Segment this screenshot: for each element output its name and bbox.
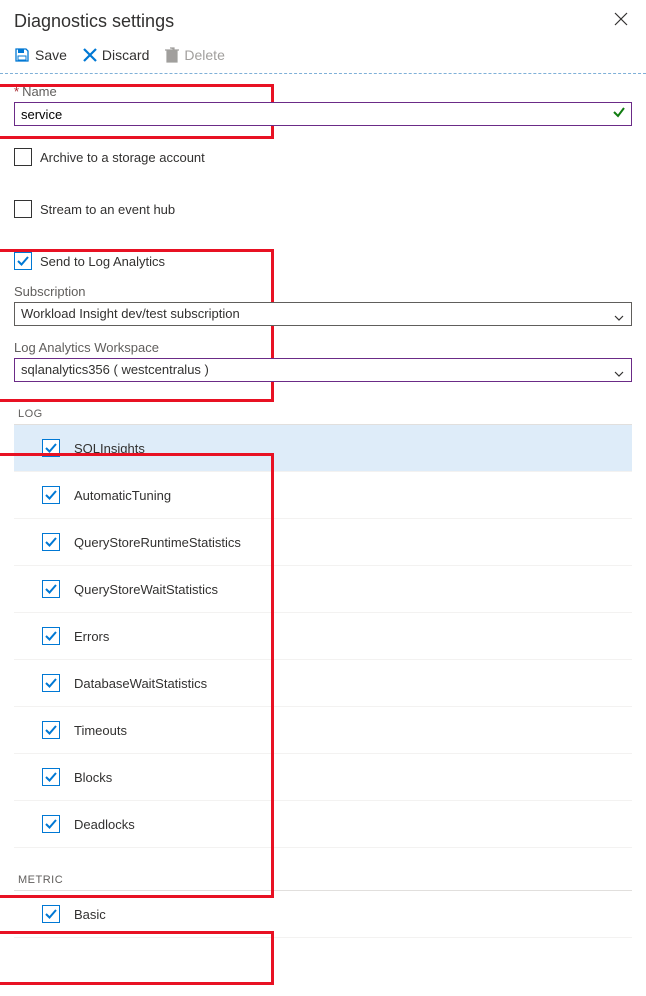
list-item: Deadlocks <box>14 801 632 848</box>
list-item: QueryStoreWaitStatistics <box>14 566 632 613</box>
list-item: SQLInsights <box>14 425 632 472</box>
required-star: * <box>14 84 19 99</box>
checkbox[interactable] <box>42 768 60 786</box>
subscription-label: Subscription <box>14 284 632 299</box>
valid-check-icon <box>612 105 626 122</box>
list-item: Errors <box>14 613 632 660</box>
list-item: DatabaseWaitStatistics <box>14 660 632 707</box>
send-log-analytics-checkbox[interactable] <box>14 252 32 270</box>
list-item-label: Deadlocks <box>74 817 135 832</box>
save-button[interactable]: Save <box>14 47 67 63</box>
metric-group-header: METRIC <box>14 874 632 891</box>
checkbox[interactable] <box>42 627 60 645</box>
close-button[interactable] <box>610 8 632 35</box>
discard-label: Discard <box>102 47 149 63</box>
checkbox[interactable] <box>42 674 60 692</box>
name-label: *Name <box>14 84 632 99</box>
checkbox[interactable] <box>42 721 60 739</box>
save-label: Save <box>35 47 67 63</box>
list-item-label: AutomaticTuning <box>74 488 171 503</box>
list-item-label: Errors <box>74 629 109 644</box>
checkbox[interactable] <box>42 439 60 457</box>
list-item: AutomaticTuning <box>14 472 632 519</box>
stream-label: Stream to an event hub <box>40 202 175 217</box>
list-item-label: Timeouts <box>74 723 127 738</box>
discard-button[interactable]: Discard <box>83 47 149 63</box>
stream-checkbox[interactable] <box>14 200 32 218</box>
save-icon <box>14 47 30 63</box>
list-item-label: Blocks <box>74 770 112 785</box>
send-log-analytics-label: Send to Log Analytics <box>40 254 165 269</box>
list-item-label: Basic <box>74 907 106 922</box>
subscription-select[interactable]: Workload Insight dev/test subscription <box>14 302 632 326</box>
checkbox[interactable] <box>42 580 60 598</box>
log-group-header: LOG <box>14 408 632 425</box>
checkbox[interactable] <box>42 905 60 923</box>
list-item-label: SQLInsights <box>74 441 145 456</box>
list-item-label: DatabaseWaitStatistics <box>74 676 207 691</box>
list-item-label: QueryStoreWaitStatistics <box>74 582 218 597</box>
list-item: Timeouts <box>14 707 632 754</box>
archive-checkbox[interactable] <box>14 148 32 166</box>
delete-icon <box>165 47 179 63</box>
close-icon <box>614 12 628 26</box>
list-item-label: QueryStoreRuntimeStatistics <box>74 535 241 550</box>
page-title: Diagnostics settings <box>14 11 174 32</box>
highlight-box <box>0 931 274 985</box>
archive-label: Archive to a storage account <box>40 150 205 165</box>
list-item: Basic <box>14 891 632 938</box>
workspace-label: Log Analytics Workspace <box>14 340 632 355</box>
list-item: QueryStoreRuntimeStatistics <box>14 519 632 566</box>
workspace-select[interactable]: sqlanalytics356 ( westcentralus ) <box>14 358 632 382</box>
checkbox[interactable] <box>42 486 60 504</box>
delete-button: Delete <box>165 47 224 63</box>
name-input[interactable] <box>14 102 632 126</box>
discard-icon <box>83 48 97 62</box>
toolbar: Save Discard Delete <box>0 41 646 74</box>
delete-label: Delete <box>184 47 224 63</box>
list-item: Blocks <box>14 754 632 801</box>
checkbox[interactable] <box>42 815 60 833</box>
checkbox[interactable] <box>42 533 60 551</box>
